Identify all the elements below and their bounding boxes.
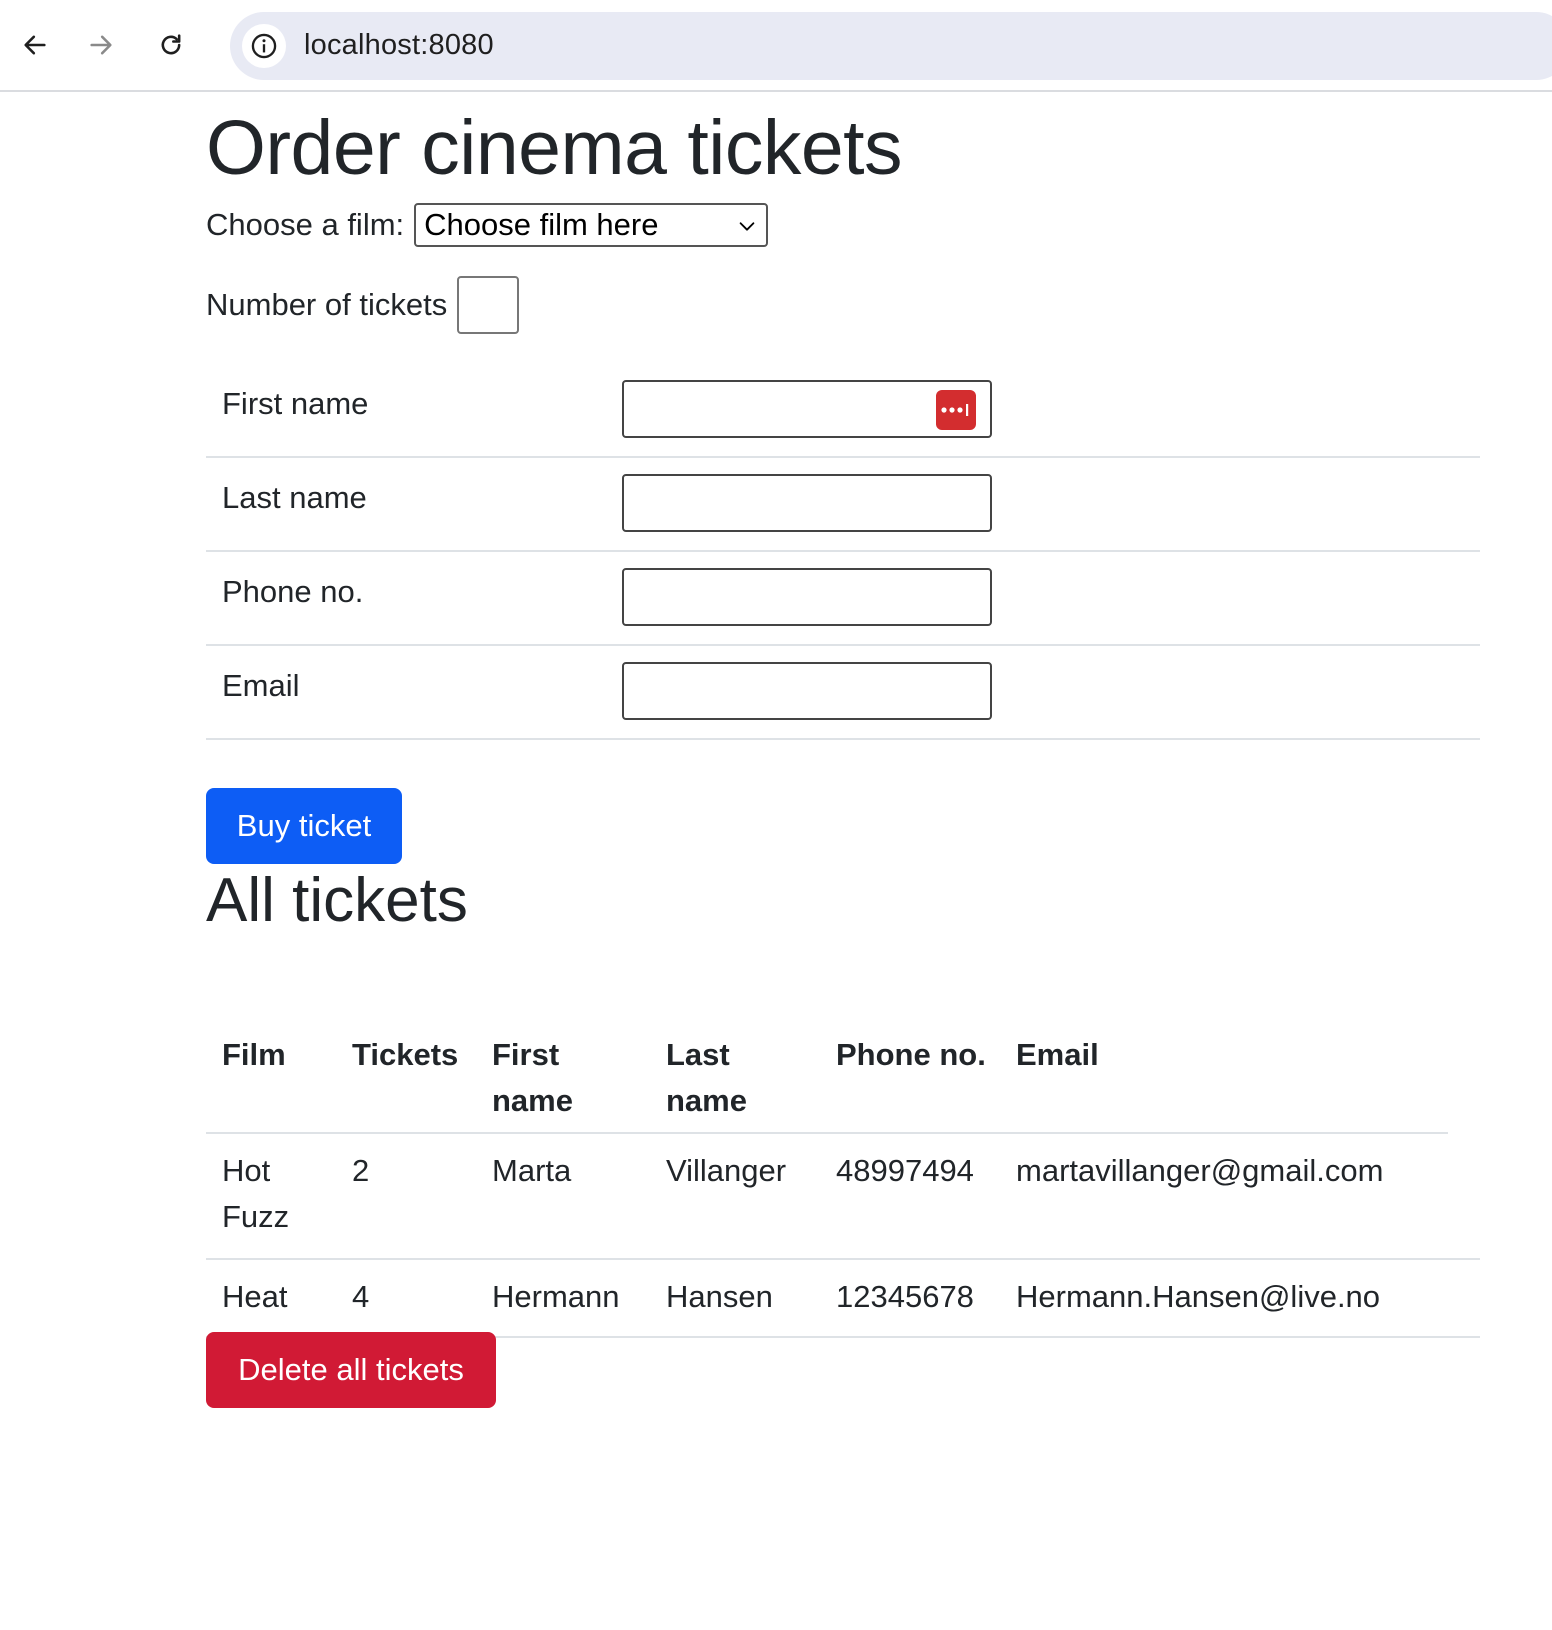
- table-row: Hot Fuzz 2 Marta Villanger 48997494 mart…: [206, 1134, 1480, 1260]
- tickets-table: Film Tickets First name Last name Phone …: [206, 1022, 1480, 1338]
- arrow-right-icon: [90, 35, 112, 55]
- last-name-input[interactable]: [622, 474, 992, 532]
- cell-first-name: Hermann: [492, 1279, 620, 1314]
- email-label: Email: [222, 668, 300, 703]
- header-first-name: First name: [492, 1037, 573, 1118]
- page-title: Order cinema tickets: [206, 105, 903, 191]
- reload-icon: [161, 34, 181, 55]
- cell-email: martavillanger@gmail.com: [1016, 1153, 1384, 1188]
- forward-button[interactable]: [80, 24, 122, 66]
- cell-film: Heat: [222, 1279, 288, 1314]
- phone-input[interactable]: [622, 568, 992, 626]
- cell-last-name: Villanger: [666, 1153, 787, 1188]
- delete-all-tickets-button[interactable]: Delete all tickets: [206, 1332, 496, 1408]
- cell-phone: 12345678: [836, 1279, 974, 1314]
- back-button[interactable]: [14, 24, 56, 66]
- table-row: Heat 4 Hermann Hansen 12345678 Hermann.H…: [206, 1260, 1480, 1338]
- cell-last-name: Hansen: [666, 1279, 773, 1314]
- url-text: localhost:8080: [304, 29, 494, 61]
- email-row: Email: [206, 646, 1480, 740]
- cell-film: Hot Fuzz: [222, 1153, 290, 1234]
- tickets-section-title: All tickets: [206, 866, 468, 935]
- cell-email: Hermann.Hansen@live.no: [1016, 1279, 1381, 1314]
- cell-tickets: 4: [352, 1279, 370, 1314]
- header-last-name: Last name: [666, 1037, 747, 1118]
- first-name-label: First name: [222, 386, 369, 421]
- address-bar[interactable]: localhost:8080: [230, 12, 1552, 80]
- header-phone: Phone no.: [836, 1037, 986, 1072]
- film-row: Choose a film: Choose film here: [206, 202, 769, 248]
- reload-button[interactable]: [150, 24, 192, 66]
- last-name-row: Last name: [206, 458, 1480, 552]
- first-name-row: First name: [206, 364, 1480, 458]
- arrow-left-icon: [24, 35, 46, 55]
- cell-tickets: 2: [352, 1153, 370, 1188]
- quantity-input[interactable]: [457, 276, 520, 334]
- password-manager-icon[interactable]: [936, 390, 976, 430]
- email-input[interactable]: [622, 662, 992, 720]
- first-name-input[interactable]: [622, 380, 992, 438]
- header-film: Film: [222, 1037, 286, 1072]
- quantity-label: Number of tickets: [206, 287, 448, 322]
- film-label: Choose a film:: [206, 207, 405, 242]
- cell-first-name: Marta: [492, 1153, 572, 1188]
- film-select[interactable]: Choose film here: [414, 203, 769, 247]
- cell-phone: 48997494: [836, 1153, 974, 1188]
- chevron-down-icon: [739, 222, 755, 231]
- buy-ticket-button[interactable]: Buy ticket: [206, 788, 402, 864]
- film-select-value: Choose film here: [424, 207, 659, 242]
- phone-row: Phone no.: [206, 552, 1480, 646]
- header-tickets: Tickets: [352, 1037, 459, 1072]
- site-info-button[interactable]: [242, 24, 286, 68]
- browser-toolbar: localhost:8080: [0, 0, 1552, 92]
- phone-label: Phone no.: [222, 574, 364, 609]
- last-name-label: Last name: [222, 480, 367, 515]
- quantity-row: Number of tickets: [206, 276, 520, 334]
- header-email: Email: [1016, 1037, 1099, 1072]
- dots-icon: [941, 404, 969, 416]
- table-header: Film Tickets First name Last name Phone …: [206, 1022, 1448, 1134]
- customer-form: First name Last name Phone no. Email: [206, 364, 1480, 740]
- info-icon: [251, 33, 277, 59]
